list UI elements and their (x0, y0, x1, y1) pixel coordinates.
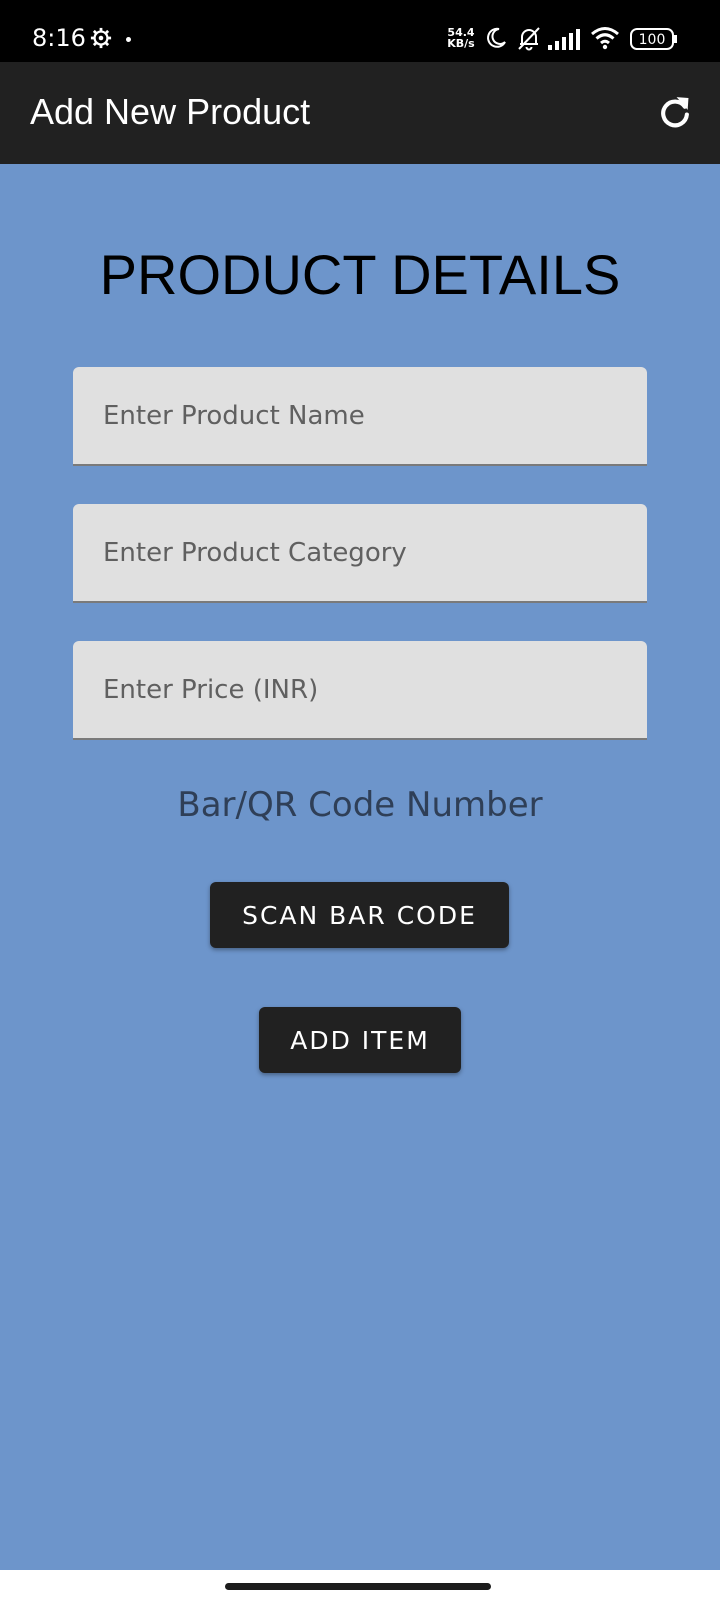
network-speed: 54.4 KB/s (445, 27, 477, 49)
status-bar: 8:16 54.4 KB/s 100 (0, 0, 720, 62)
add-item-button[interactable]: ADD ITEM (259, 1007, 461, 1073)
barcode-number-label: Bar/QR Code Number (177, 785, 543, 825)
product-category-input[interactable] (73, 504, 647, 601)
bell-off-icon (518, 27, 540, 51)
product-category-field[interactable] (73, 504, 647, 603)
battery-icon: 100 (630, 28, 677, 50)
notification-dot (126, 37, 131, 42)
form-heading: PRODUCT DETAILS (99, 243, 621, 306)
navigation-bar (0, 1570, 720, 1600)
price-input[interactable] (73, 641, 647, 738)
scan-bar-code-button[interactable]: SCAN BAR CODE (210, 882, 509, 948)
price-field[interactable] (73, 641, 647, 740)
battery-level: 100 (639, 32, 666, 48)
signal-icon (548, 29, 580, 50)
gear-icon (90, 27, 112, 49)
product-name-input[interactable] (73, 367, 647, 464)
moon-icon (487, 27, 506, 48)
page-title: Add New Product (30, 91, 311, 132)
home-indicator[interactable] (225, 1583, 491, 1590)
status-time: 8:16 (32, 24, 86, 52)
app-bar: Add New Product (0, 62, 720, 164)
refresh-icon[interactable] (656, 94, 694, 132)
wifi-icon (591, 27, 619, 50)
network-speed-unit: KB/s (447, 37, 475, 50)
product-name-field[interactable] (73, 367, 647, 466)
